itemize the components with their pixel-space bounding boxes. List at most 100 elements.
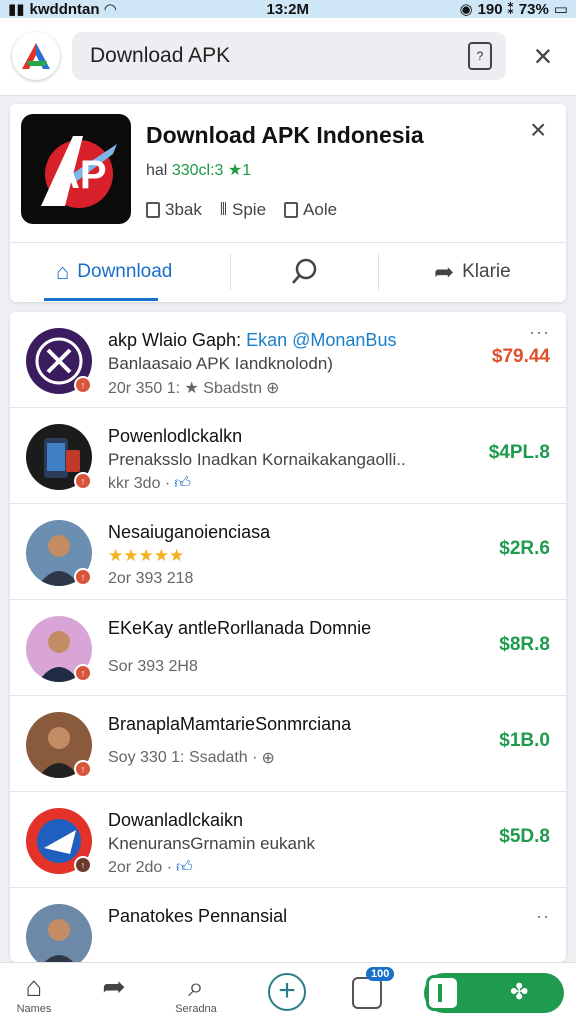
box-icon xyxy=(146,202,160,218)
item-desc: Prenaksslo Inadkan Kornaikakangaolli.. xyxy=(108,450,406,469)
plus-circle-icon[interactable]: ⊕ xyxy=(261,748,274,768)
meta-item-bookmark[interactable]: Aole xyxy=(284,200,337,220)
status-badge: ↑ xyxy=(74,664,92,682)
logo-icon xyxy=(22,43,50,69)
share-label: Klarie xyxy=(462,261,511,282)
plus-icon: + xyxy=(278,974,296,1007)
item-meta: 2or 393 218 xyxy=(108,570,194,587)
item-meta: 2or 2do · 👍︎ xyxy=(108,858,193,877)
item-title: akp Wlaio Gaph: Ekan @MonanBus xyxy=(108,330,397,350)
divider xyxy=(10,242,566,243)
person-icon xyxy=(44,919,74,962)
list-item[interactable]: ↑ akp Wlaio Gaph: Ekan @MonanBus Banlaas… xyxy=(10,312,566,408)
item-rating: ★★★★★ xyxy=(108,546,185,565)
app-list: ↑ akp Wlaio Gaph: Ekan @MonanBus Banlaas… xyxy=(10,312,566,962)
home-icon: ⌂ xyxy=(56,259,70,284)
meta-item-stats: ⫴ Spie xyxy=(219,200,267,219)
item-title: Dowanladlckaikn xyxy=(108,810,244,830)
more-icon[interactable]: ··· xyxy=(529,322,550,343)
featured-meta: 3bak ⫴ Spie Aole xyxy=(146,200,337,220)
item-price: $1B.0 xyxy=(499,730,550,751)
meta-item-size: 3bak xyxy=(146,200,202,220)
wifi-icon: ◠ xyxy=(104,1,117,18)
more-icon[interactable]: ·· xyxy=(536,906,550,927)
nav-share[interactable]: ➦ xyxy=(84,971,144,1003)
featured-card: AP Download APK Indonesia hal 330cl:3 ★1… xyxy=(10,104,566,302)
card-close-icon[interactable]: × xyxy=(530,114,546,146)
battery-icon: ▭ xyxy=(553,1,568,18)
list-item[interactable]: Panatokes Pennansial ·· xyxy=(10,888,566,962)
avatar xyxy=(26,904,92,962)
signal-icon: ▮▮ xyxy=(8,1,25,18)
item-title: Nesaiuganoienciasa xyxy=(108,522,271,542)
status-badge: ↑ xyxy=(74,760,92,778)
active-tab-indicator xyxy=(44,298,158,301)
item-title: Panatokes Pennansial xyxy=(108,906,288,926)
bars-icon: ⫴ xyxy=(219,200,228,219)
item-desc: KnenuransGrnamin eukank xyxy=(108,834,315,853)
location-icon: ◉ xyxy=(459,1,473,18)
bookmark-icon xyxy=(284,202,299,218)
search-input[interactable]: Download APK ? xyxy=(72,32,506,80)
search-value: Download APK xyxy=(90,44,231,67)
thumbs-up-icon[interactable]: 👍︎ xyxy=(174,474,191,493)
add-button[interactable]: + xyxy=(268,973,306,1011)
status-badge: ↑ xyxy=(74,856,92,874)
nav-home[interactable]: ⌂ Names xyxy=(4,971,64,1015)
nav-search[interactable]: ⌕ Seradna xyxy=(166,971,226,1015)
item-meta: kkr 3do · 👍︎ xyxy=(108,474,191,493)
list-item[interactable]: ↑ Nesaiuganoienciasa ★★★★★ 2or 393 218 $… xyxy=(10,504,566,600)
share-button[interactable]: ➦ Klarie xyxy=(434,254,511,290)
list-item[interactable]: ↑ BranaplaMamtarieSonmrciana Soy 330 1: … xyxy=(10,696,566,792)
close-icon[interactable]: × xyxy=(526,40,560,74)
app-logo[interactable] xyxy=(12,32,60,80)
status-badge: ↑ xyxy=(74,376,92,394)
notification-badge: 100 xyxy=(366,967,395,981)
item-desc: Banlaasaio APK Iandknolodn) xyxy=(108,354,333,373)
divider xyxy=(378,254,379,290)
item-price: $79.44 xyxy=(491,346,550,367)
apk-logo-icon: AP xyxy=(41,136,117,208)
share-icon: ➦ xyxy=(434,258,455,286)
item-price: $8R.8 xyxy=(499,634,550,655)
install-button[interactable]: ✤ xyxy=(424,973,564,1013)
item-price: $5D.8 xyxy=(499,826,550,847)
app-icon: AP xyxy=(21,114,131,224)
item-title: EKeKay antleRorllanada Domnie xyxy=(108,618,372,638)
nav-home-label: Names xyxy=(16,1003,52,1015)
featured-subtitle: hal 330cl:3 ★1 xyxy=(146,162,252,179)
item-title: Powenlodlckalkn xyxy=(108,426,243,446)
item-meta: 20r 350 1: ★ Sbadstn ⊕ xyxy=(108,378,280,398)
clipboard-icon[interactable]: ? xyxy=(468,42,492,70)
list-item[interactable]: ↑ Powenlodlckalkn Prenaksslo Inadkan Kor… xyxy=(10,408,566,504)
search-action-button[interactable] xyxy=(290,254,320,290)
item-price: $2R.6 xyxy=(499,538,550,559)
status-bar: ▮▮ kwddntan ◠ 13:2M ◉ 190 ⁑ 73% ▭ xyxy=(0,0,576,18)
item-meta: Sor 393 2H8 xyxy=(108,658,198,675)
plus-circle-icon[interactable]: ⊕ xyxy=(266,378,279,398)
download-label: Downnload xyxy=(77,261,173,282)
thumbs-up-icon[interactable]: 👍︎ xyxy=(176,858,193,877)
status-badge: ↑ xyxy=(74,568,92,586)
list-item[interactable]: ↑ Dowanladlckaikn KnenuransGrnamin eukan… xyxy=(10,792,566,888)
divider xyxy=(230,254,231,290)
list-item[interactable]: ↑ EKeKay antleRorllanada Domnie Sor 393 … xyxy=(10,600,566,696)
puzzle-icon: ✤ xyxy=(510,979,529,1004)
download-button[interactable]: ⌂ Downnload xyxy=(56,254,172,290)
bottom-nav: ⌂ Names ➦ ⌕ Seradna + 100 ✤ xyxy=(0,962,576,1024)
top-bar: Download APK ? × xyxy=(0,18,576,96)
clock: 13:2M xyxy=(266,0,310,18)
magnifier-icon xyxy=(292,258,317,284)
item-price: $4PL.8 xyxy=(488,442,550,463)
home-icon: ⌂ xyxy=(25,971,43,1002)
featured-title: Download APK Indonesia xyxy=(146,122,424,148)
status-badge: ↑ xyxy=(74,472,92,490)
carrier-label: kwddntan xyxy=(29,0,100,18)
share-icon: ➦ xyxy=(102,971,126,1002)
nav-search-label: Seradna xyxy=(175,1003,217,1015)
item-meta: Soy 330 1: Ssadath · ⊕ xyxy=(108,748,275,768)
item-title: BranaplaMamtarieSonmrciana xyxy=(108,714,352,734)
messages-icon[interactable] xyxy=(352,977,382,1009)
bookmark-icon xyxy=(426,975,460,1011)
svg-text:AP: AP xyxy=(51,153,107,197)
